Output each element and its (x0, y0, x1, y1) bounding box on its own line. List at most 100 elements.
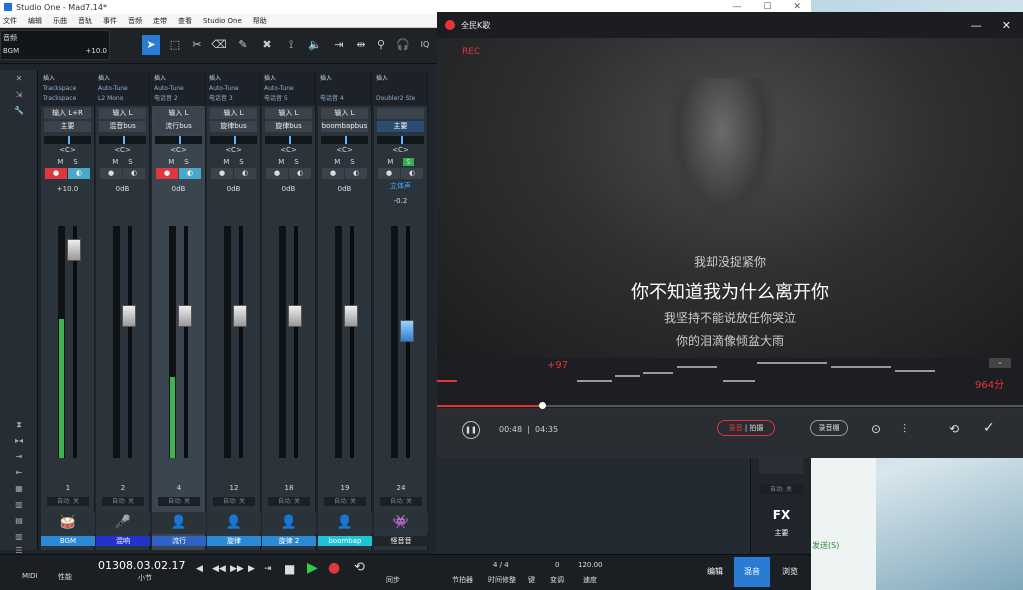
channel-icon[interactable]: 🥁 (41, 512, 95, 534)
output-route[interactable]: 混音bus (99, 121, 146, 132)
pan-slider[interactable] (210, 136, 257, 144)
insert-slot[interactable]: Auto-Tune (98, 84, 147, 94)
solo-button[interactable]: S (128, 158, 132, 166)
record-option[interactable]: 录音 (729, 424, 743, 432)
volume-fader[interactable] (102, 222, 144, 462)
bend-tool-icon[interactable]: ⟟ (282, 35, 300, 55)
input-route[interactable]: 输入 L+R (44, 108, 91, 119)
mute-button[interactable]: M (168, 158, 174, 166)
insert-slot[interactable]: Auto-Tune (264, 84, 313, 94)
menu-view[interactable]: 查看 (178, 16, 192, 26)
pan-slider[interactable] (44, 136, 91, 144)
record-arm-button[interactable]: ● (100, 168, 122, 179)
input-route[interactable]: 输入 L (155, 108, 202, 119)
insert-slots[interactable]: 插入 Doubler2 Ste (374, 72, 427, 106)
menu-file[interactable]: 文件 (3, 16, 17, 26)
time-display[interactable]: 01308.03.02.17 (98, 559, 185, 572)
input-route[interactable]: 输入 L (321, 108, 368, 119)
channel-strip[interactable]: 插入 Doubler2 Ste 主要 <C> M S ● ◐ 立体声 -0.2 2… (374, 72, 428, 550)
mute-tool-icon[interactable]: ✖ (258, 35, 276, 55)
menu-audio[interactable]: 音频 (128, 16, 142, 26)
input-route[interactable]: 输入 L (265, 108, 312, 119)
insert-slots[interactable]: 插入 Auto-Tune 电话音 3 (207, 72, 260, 106)
paint-tool-icon[interactable]: ✎ (234, 35, 252, 55)
minimize-icon[interactable]: — (732, 2, 741, 12)
collapse-icon[interactable]: ⌄ (989, 358, 1011, 368)
channel-name[interactable]: 混响 (96, 536, 150, 546)
channel-strip[interactable]: 插入 电话音 4 输入 L boombapbus <C> MS ● ◐ 0dB … (318, 72, 372, 550)
output-route[interactable]: 旋律bus (265, 121, 312, 132)
input-route[interactable]: 输入 L (210, 108, 257, 119)
insert-slot[interactable]: 电话音 4 (320, 94, 369, 104)
output-route[interactable]: boombapbus (321, 121, 368, 132)
pan-slider[interactable] (155, 136, 202, 144)
channel-icon[interactable]: 👤 (152, 512, 206, 534)
progress-thumb[interactable] (539, 402, 547, 409)
expand-icon[interactable]: ⧗ (12, 420, 26, 430)
channel-icon[interactable]: 👤 (207, 512, 261, 534)
send-label[interactable]: 发送(S) (812, 540, 839, 551)
mute-button[interactable]: M (57, 158, 63, 166)
channel-name[interactable]: 旋律 2 (262, 536, 316, 546)
fader-knob[interactable] (67, 239, 81, 262)
solo-button[interactable]: S (239, 158, 243, 166)
channel-icon[interactable]: 👤 (318, 512, 372, 534)
transpose[interactable]: 0 (555, 561, 559, 569)
mute-button[interactable]: M (387, 158, 393, 166)
tab-mix[interactable]: 混音 (734, 557, 770, 587)
level-icon[interactable]: ▥ (12, 532, 26, 542)
insert-slot[interactable]: 电话音 3 (209, 94, 258, 104)
fader-knob[interactable] (288, 304, 302, 327)
volume-fader[interactable] (380, 222, 422, 462)
fader-knob[interactable] (344, 304, 358, 327)
forward-icon[interactable]: ▶▶ (230, 564, 244, 574)
output-route[interactable]: 主要 (44, 121, 91, 132)
insert-slot[interactable]: Trackspace (43, 84, 92, 94)
input-route[interactable] (377, 108, 424, 119)
shoot-option[interactable]: 拍摄 (749, 424, 763, 432)
fader-knob[interactable] (233, 304, 247, 327)
record-arm-button[interactable]: ● (266, 168, 288, 179)
insert-slot[interactable] (376, 84, 425, 94)
automation-mode[interactable]: 自动: 关 (268, 497, 310, 506)
menu-song[interactable]: 乐曲 (53, 16, 67, 26)
record-arm-button[interactable]: ● (211, 168, 233, 179)
channel-strip[interactable]: 插入 Auto-Tune L2 Mono 输入 L 混音bus <C> M S ●… (96, 72, 150, 550)
metronome-label[interactable]: 节拍器 (452, 575, 473, 585)
zoom-icon[interactable]: ⚲ (372, 35, 390, 55)
listen-tool-icon[interactable]: 🔈 (306, 35, 324, 55)
mute-button[interactable]: M (334, 158, 340, 166)
mute-button[interactable]: M (112, 158, 118, 166)
menu-event[interactable]: 事件 (103, 16, 117, 26)
signature[interactable]: 4 / 4 (493, 561, 509, 569)
channel-strip[interactable]: 插入 Auto-Tune 电话音 3 输入 L 旋律bus <C> M S ● ◐… (207, 72, 261, 550)
menu-track[interactable]: 音轨 (78, 16, 92, 26)
channel-icon[interactable]: 👾 (374, 512, 428, 534)
pan-slider[interactable] (99, 136, 146, 144)
volume-fader[interactable] (268, 222, 310, 462)
pan-slider[interactable] (377, 136, 424, 144)
automation-mode[interactable]: 自动: 关 (324, 497, 366, 506)
tab-browse[interactable]: 浏览 (772, 557, 808, 587)
monitor-button[interactable]: ◐ (179, 168, 201, 179)
output-route[interactable]: 主要 (377, 121, 424, 132)
channel-strip[interactable]: 插入 Auto-Tune 电话音 2 输入 L 流行bus <C> M S ● ◐… (152, 72, 206, 550)
insert-slot[interactable]: Auto-Tune (154, 84, 203, 94)
bus-icon[interactable]: ▤ (12, 516, 26, 526)
end-icon[interactable]: ⇥ (264, 564, 272, 574)
insert-header[interactable]: 插入 (98, 74, 147, 84)
input-toggle-icon[interactable]: ▸◂ (12, 436, 26, 446)
channel-icon[interactable]: 🎤 (96, 512, 150, 534)
insert-header[interactable]: 插入 (209, 74, 258, 84)
close-icon[interactable]: ✕ (12, 74, 26, 84)
eraser-tool-icon[interactable]: ⌫ (210, 35, 228, 55)
equalizer-icon[interactable]: ⫶ (903, 422, 906, 437)
record-arm-button[interactable]: ● (322, 168, 344, 179)
tuner-icon[interactable]: ⊙ (871, 422, 881, 436)
insert-slot[interactable] (320, 84, 369, 94)
close-icon[interactable]: ✕ (793, 2, 801, 12)
monitor-button[interactable]: ◐ (345, 168, 367, 179)
automation-mode[interactable]: 自动: 关 (213, 497, 255, 506)
wrench-icon[interactable]: 🔧 (12, 106, 26, 116)
solo-button[interactable]: S (184, 158, 188, 166)
